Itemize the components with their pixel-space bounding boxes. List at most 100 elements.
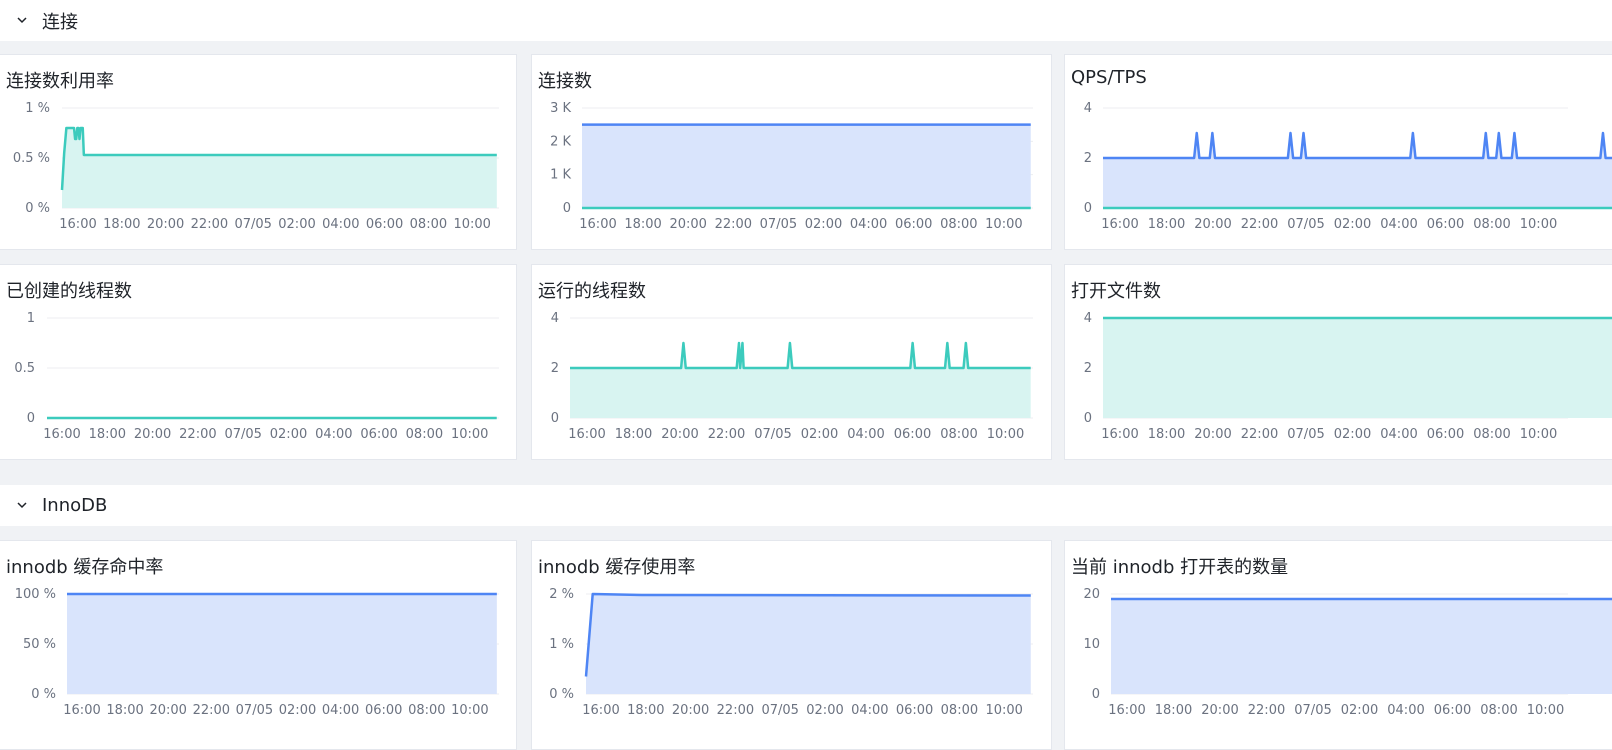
x-tick-label: 02:00 [278,217,315,232]
chevron-down-icon[interactable] [16,15,28,27]
chart-panel-open-files: 打开文件数 4 2 0 16:00 18:00 20:00 22:00 07/05 02:00 0… [1064,264,1612,460]
x-tick-label: 20:00 [1194,217,1231,232]
y-tick-label: 2 % [549,587,574,602]
x-tick-label: 20:00 [669,217,706,232]
y-tick-label: 20 [1083,587,1100,602]
x-tick-label: 06:00 [366,217,403,232]
x-tick-label: 07/05 [234,217,271,232]
x-tick-label: 10:00 [453,217,490,232]
x-tick-label: 20:00 [1194,427,1231,442]
x-tick-label: 20:00 [147,217,184,232]
x-tick-label: 20:00 [134,427,171,442]
x-tick-label: 22:00 [1241,217,1278,232]
x-tick-label: 16:00 [59,217,96,232]
x-tick-label: 16:00 [43,427,80,442]
x-tick-label: 07/05 [1287,427,1324,442]
chart: 1 % 0.5 % 0 % 16:00 18:00 20:00 22:00 07/05 02:0… [13,101,499,232]
y-tick-label: 10 [1083,637,1100,652]
x-tick-label: 10:00 [451,703,488,718]
x-tick-label: 22:00 [715,217,752,232]
section-header-connections[interactable]: 连接 [0,0,1612,41]
x-tick-label: 16:00 [582,703,619,718]
x-tick-label: 18:00 [103,217,140,232]
y-tick-label: 0 % [25,201,50,216]
series-area [586,594,1031,694]
x-tick-label: 04:00 [1380,217,1417,232]
chart: 2 % 1 % 0 % 16:00 18:00 20:00 22:00 07/05 02:00 0… [549,587,1033,718]
chart: 1 0.5 0 16:00 18:00 20:00 22:00 07/05 02:00 04:00… [14,311,499,442]
y-tick-label: 50 % [23,637,56,652]
x-tick-label: 22:00 [1248,703,1285,718]
x-tick-label: 07/05 [760,217,797,232]
series-area [67,594,497,694]
series-area [1103,133,1612,208]
y-tick-label: 100 % [15,587,56,602]
x-tick-label: 02:00 [279,703,316,718]
x-tick-label: 06:00 [365,703,402,718]
y-tick-label: 1 [27,311,35,326]
x-tick-label: 04:00 [851,703,888,718]
series-area [1103,318,1612,418]
y-tick-label: 0 [551,411,559,426]
x-tick-label: 18:00 [627,703,664,718]
y-tick-label: 0 [1092,687,1100,702]
x-tick-label: 20:00 [1201,703,1238,718]
series-line [1103,131,1612,160]
x-tick-label: 10:00 [985,703,1022,718]
x-tick-label: 18:00 [1148,217,1185,232]
y-tick-label: 2 K [550,134,571,149]
x-tick-label: 20:00 [672,703,709,718]
y-tick-label: 0.5 [14,361,35,376]
section-header-innodb[interactable]: InnoDB [0,485,1612,526]
x-tick-label: 08:00 [410,217,447,232]
chart-panel-threads-created: 已创建的线程数 1 0.5 0 16:00 18:00 20:00 22:00 07/05 02… [0,264,517,460]
x-tick-label: 20:00 [661,427,698,442]
x-tick-label: 06:00 [1434,703,1471,718]
y-tick-label: 0 [563,201,571,216]
chart-panel-innodb-hit-rate: innodb 缓存命中率 100 % 50 % 0 % 16:00 18:00 20:00… [0,540,517,750]
y-tick-label: 4 [1084,101,1092,116]
x-tick-label: 04:00 [1380,427,1417,442]
x-tick-label: 22:00 [193,703,230,718]
chart-panel-innodb-buffer-usage: innodb 缓存使用率 2 % 1 % 0 % 16:00 18:00 20:00 22:… [531,540,1052,750]
y-tick-label: 1 K [550,168,571,183]
chevron-down-icon[interactable] [16,500,28,512]
x-tick-label: 10:00 [987,427,1024,442]
x-tick-label: 04:00 [322,217,359,232]
section-title: 连接 [42,11,78,33]
y-tick-label: 2 [551,361,559,376]
x-tick-label: 20:00 [149,703,186,718]
chart-panel-connection-utilization: 连接数利用率 1 % 0.5 % 0 % 16:00 18:00 20:00 22:00 07… [0,54,517,250]
chart-panel-connections: 连接数 3 K2 K1 K 0 16:00 18:00 20:00 22:00 07/05 0… [531,54,1052,250]
y-tick-label: 2 [1084,151,1092,166]
y-tick-label: 1 % [25,101,50,116]
x-tick-label: 16:00 [63,703,100,718]
x-tick-label: 10:00 [985,217,1022,232]
x-tick-label: 18:00 [106,703,143,718]
x-tick-label: 02:00 [806,703,843,718]
chart: 3 K 2 K 1 K 0 16:00 18:00 20:00 22:00 07/05 02:00… [550,101,1033,232]
x-tick-label: 18:00 [615,427,652,442]
x-tick-label: 04:00 [1387,703,1424,718]
x-tick-label: 07/05 [1294,703,1331,718]
section-title: InnoDB [42,495,108,516]
x-tick-label: 04:00 [315,427,352,442]
x-tick-label: 10:00 [1520,217,1557,232]
x-tick-label: 04:00 [847,427,884,442]
x-tick-label: 07/05 [761,703,798,718]
y-tick-label: 4 [1084,311,1092,326]
chart-panel-innodb-open-tables: 当前 innodb 打开表的数量 20 10 0 16:00 18:00 20:00 22:… [1064,540,1612,750]
y-tick-label: 1 % [549,637,574,652]
x-tick-label: 08:00 [940,217,977,232]
y-tick-label: 4 [551,311,559,326]
y-tick-label: 0 [27,411,35,426]
x-tick-label: 22:00 [191,217,228,232]
y-tick-label: 0 % [31,687,56,702]
x-tick-label: 02:00 [1341,703,1378,718]
x-tick-label: 08:00 [941,703,978,718]
x-tick-label: 04:00 [850,217,887,232]
y-tick-label: 0 [1084,201,1092,216]
x-tick-label: 06:00 [896,703,933,718]
chart: 4 2 0 16:00 18:00 20:00 22:00 07/05 02:00 04:00 06… [551,311,1033,442]
chart: 4 2 0 16:00 18:00 20:00 22:00 07/05 02:00 04:00 06… [1084,311,1612,442]
